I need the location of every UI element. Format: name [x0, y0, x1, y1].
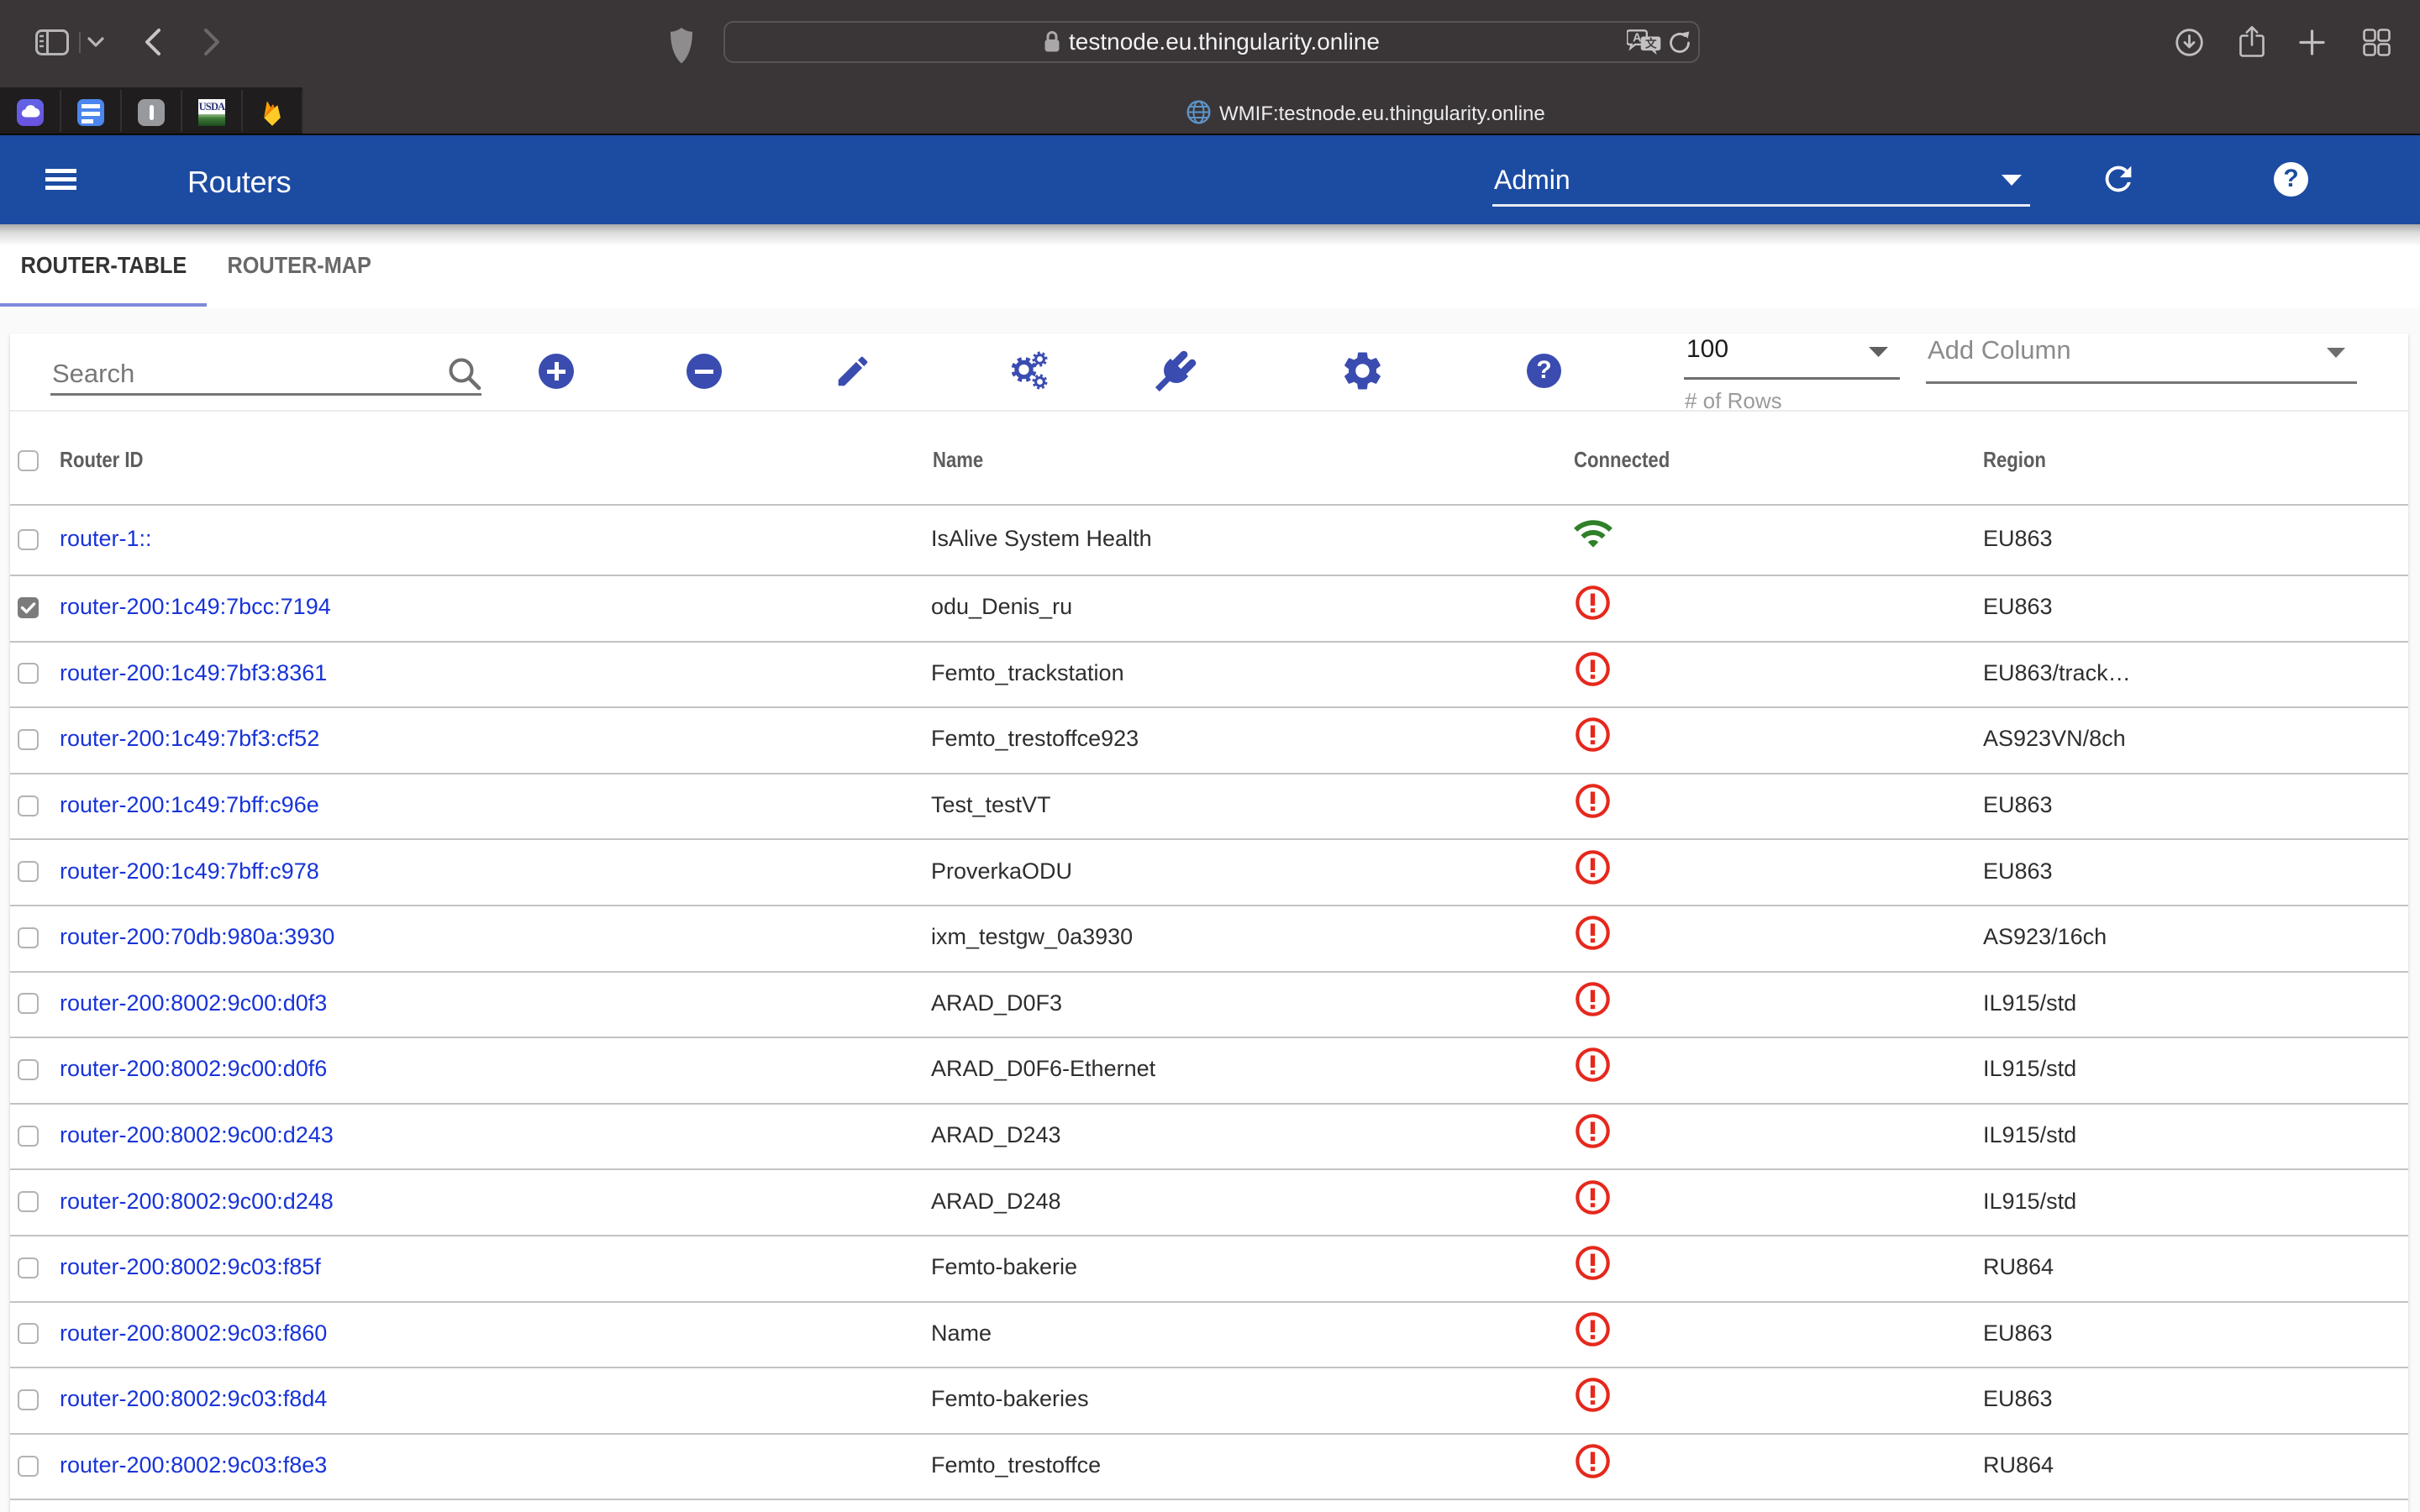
svg-text:A: A [1633, 32, 1642, 45]
svg-text:文: 文 [1645, 37, 1657, 50]
